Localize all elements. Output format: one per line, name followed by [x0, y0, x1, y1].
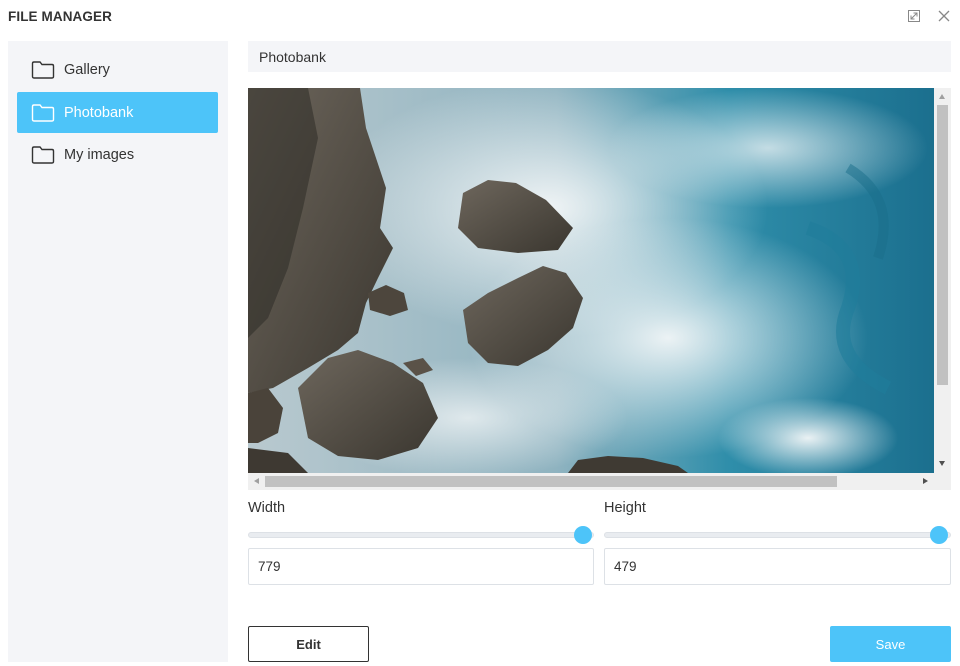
sidebar-item-label: My images	[64, 146, 135, 163]
height-slider-track	[604, 532, 951, 538]
width-label: Width	[248, 500, 286, 516]
sidebar-item-gallery[interactable]: Gallery	[17, 49, 218, 90]
height-field[interactable]	[604, 548, 951, 585]
title-bar: FILE MANAGER	[0, 0, 960, 34]
edit-button[interactable]: Edit	[248, 626, 369, 662]
width-slider-track	[248, 532, 594, 538]
scroll-left-icon[interactable]	[254, 478, 259, 484]
sidebar-item-label: Photobank	[64, 104, 134, 121]
folder-icon	[31, 60, 55, 79]
window-title: FILE MANAGER	[8, 9, 112, 24]
sidebar-item-my-images[interactable]: My images	[17, 134, 218, 175]
image-preview	[248, 88, 934, 473]
scroll-right-icon[interactable]	[923, 478, 928, 484]
expand-icon[interactable]	[906, 8, 922, 24]
width-slider-handle[interactable]	[574, 526, 592, 544]
breadcrumb: Photobank	[248, 41, 951, 72]
height-slider[interactable]	[604, 525, 951, 545]
close-icon[interactable]	[936, 8, 952, 24]
horizontal-scrollbar[interactable]	[248, 473, 934, 490]
height-slider-handle[interactable]	[930, 526, 948, 544]
vertical-scrollbar[interactable]	[934, 88, 951, 473]
folder-icon	[31, 103, 55, 122]
save-button[interactable]: Save	[830, 626, 951, 662]
sidebar-item-label: Gallery	[64, 61, 110, 78]
vertical-scroll-thumb[interactable]	[937, 105, 948, 385]
sidebar-item-photobank[interactable]: Photobank	[17, 92, 218, 133]
current-folder-label: Photobank	[259, 49, 326, 65]
height-label: Height	[604, 500, 646, 516]
width-field[interactable]	[248, 548, 594, 585]
horizontal-scroll-thumb[interactable]	[265, 476, 837, 487]
scroll-down-icon[interactable]	[939, 461, 945, 466]
width-slider[interactable]	[248, 525, 594, 545]
sidebar: Gallery Photobank My images	[8, 41, 228, 662]
image-viewer	[248, 88, 951, 490]
folder-icon	[31, 145, 55, 164]
scroll-up-icon[interactable]	[939, 94, 945, 99]
